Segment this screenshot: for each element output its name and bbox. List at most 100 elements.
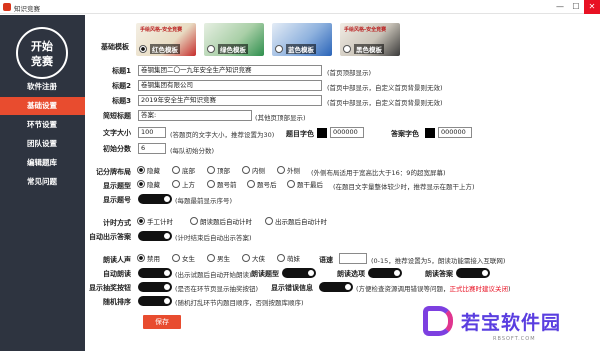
text-size-input[interactable]: 100 (138, 127, 166, 138)
scoreboard-label: 记分牌布局 (96, 168, 131, 176)
read-type-toggle[interactable] (282, 268, 316, 278)
scoreboard-option-top[interactable]: 顶部 (207, 166, 230, 176)
radio-icon (277, 254, 285, 262)
timing-option-after-show[interactable]: 出示题后自动计时 (265, 217, 327, 227)
question-type-option-before-number[interactable]: 题号前 (207, 180, 237, 190)
question-type-option-after-number[interactable]: 题号后 (247, 180, 277, 190)
title1-input[interactable]: 卷钢集团二〇一九年安全生产知识竞赛 (138, 65, 322, 76)
title3-input[interactable]: 2019年安全生产知识竞赛 (138, 95, 322, 106)
template-blue[interactable]: 蓝色模板 (272, 23, 332, 56)
question-type-option-stem-end[interactable]: 题干最后 (287, 180, 323, 190)
template-red[interactable]: 手绘风格-安全竞赛 红色模板 (136, 23, 196, 56)
template-red-radio[interactable] (139, 45, 147, 53)
scoreboard-option-outer[interactable]: 外侧 (277, 166, 300, 176)
question-type-label: 显示题型 (103, 182, 131, 190)
title2-hint: (首页中部显示，自定义首页背景则无效) (327, 84, 443, 92)
read-answer-toggle[interactable] (456, 268, 490, 278)
scoreboard-option-hidden[interactable]: 隐藏 (137, 166, 160, 176)
question-type-option-hidden[interactable]: 隐藏 (137, 180, 160, 190)
template-black-label: 黑色模板 (354, 44, 384, 54)
save-button[interactable]: 保存 (143, 315, 181, 329)
read-type-label: 朗读题型 (251, 270, 279, 278)
app-icon (3, 3, 11, 11)
voice-option-cute[interactable]: 萌妹 (277, 254, 300, 264)
title-color-label: 题目字色 (286, 130, 314, 138)
minimize-icon[interactable]: — (552, 0, 568, 14)
watermark-text: 若宝软件园 (461, 312, 562, 334)
question-number-label: 显示题号 (103, 196, 131, 204)
timing-option-after-read[interactable]: 朗读题后自动计时 (190, 217, 252, 227)
radio-icon (277, 166, 285, 174)
radio-icon (137, 254, 145, 262)
voice-option-male[interactable]: 男生 (207, 254, 230, 264)
sidebar-item-round-settings[interactable]: 环节设置 (0, 116, 85, 134)
question-number-toggle[interactable] (138, 194, 172, 204)
logo-line2: 竞赛 (31, 55, 53, 68)
title1-label: 标题1 (112, 67, 131, 75)
template-green-radio[interactable] (207, 45, 215, 53)
template-label: 基础模板 (101, 43, 129, 51)
lottery-button-toggle[interactable] (138, 282, 172, 292)
random-order-toggle[interactable] (138, 296, 172, 306)
error-info-label: 显示错误信息 (271, 284, 313, 292)
random-order-label: 随机排序 (103, 298, 131, 306)
question-type-option-above[interactable]: 上方 (172, 180, 195, 190)
auto-read-toggle[interactable] (138, 268, 172, 278)
speed-input[interactable] (339, 253, 367, 264)
sidebar-item-team-settings[interactable]: 团队设置 (0, 135, 85, 153)
text-size-label: 文字大小 (103, 129, 131, 137)
sidebar: 开始 竞赛 软件注册 基础设置 环节设置 团队设置 编辑题库 常见问题 (0, 15, 85, 351)
answer-color-swatch[interactable] (425, 128, 435, 138)
speed-label: 语速 (319, 256, 333, 264)
template-black[interactable]: 手绘风格-安全竞赛 黑色模板 (340, 23, 400, 56)
sidebar-item-basic-settings[interactable]: 基础设置 (0, 97, 85, 115)
read-options-toggle[interactable] (368, 268, 402, 278)
initial-score-input[interactable]: 6 (138, 143, 166, 154)
template-thumb-title: 手绘风格-安全竞赛 (344, 27, 387, 33)
template-blue-radio[interactable] (275, 45, 283, 53)
radio-icon (287, 180, 295, 188)
radio-icon (172, 254, 180, 262)
template-green-label: 绿色模板 (218, 44, 248, 54)
lottery-button-label: 显示抽奖按钮 (89, 284, 131, 292)
timing-label: 计时方式 (103, 219, 131, 227)
scoreboard-option-inner[interactable]: 内侧 (242, 166, 265, 176)
close-icon[interactable]: ✕ (584, 0, 600, 14)
radio-icon (207, 166, 215, 174)
sidebar-item-register[interactable]: 软件注册 (0, 78, 85, 96)
text-size-hint: (答题页的文字大小，推荐设置为30) (170, 131, 275, 139)
title-color-input[interactable]: 000000 (330, 127, 364, 138)
watermark-r-icon (423, 306, 453, 336)
sidebar-item-question-bank[interactable]: 编辑题库 (0, 154, 85, 172)
maximize-icon[interactable]: ☐ (568, 0, 584, 14)
radio-icon (247, 180, 255, 188)
title1-hint: (首页顶部显示) (327, 69, 372, 77)
answer-color-input[interactable]: 000000 (438, 127, 472, 138)
short-title-label: 简短标题 (103, 112, 131, 120)
sidebar-item-faq[interactable]: 常见问题 (0, 173, 85, 191)
template-blue-label: 蓝色模板 (286, 44, 316, 54)
read-answer-label: 朗读答案 (425, 270, 453, 278)
template-green[interactable]: 绿色模板 (204, 23, 264, 56)
auto-answer-label: 自动出示答案 (89, 233, 131, 241)
voice-option-female[interactable]: 女生 (172, 254, 195, 264)
window-title: 知识竞赛 (14, 5, 40, 13)
voice-option-disabled[interactable]: 禁用 (137, 254, 160, 264)
error-info-toggle[interactable] (319, 282, 353, 292)
answer-color-label: 答案字色 (391, 130, 419, 138)
logo-line1: 开始 (31, 40, 53, 53)
speed-hint: (0-15，推荐设置为5，朗读功能需接入互联网) (371, 257, 506, 265)
auto-answer-toggle[interactable] (138, 231, 172, 241)
template-black-radio[interactable] (343, 45, 351, 53)
voice-option-hero[interactable]: 大侠 (242, 254, 265, 264)
scoreboard-option-bottom[interactable]: 底部 (172, 166, 195, 176)
start-contest-logo[interactable]: 开始 竞赛 (16, 27, 68, 79)
title2-input[interactable]: 卷钢集团有限公司 (138, 80, 322, 91)
radio-icon (242, 166, 250, 174)
settings-panel: 基础模板 手绘风格-安全竞赛 红色模板 绿色模板 蓝色模板 手绘风格-安全竞赛 … (85, 15, 600, 351)
timing-option-manual[interactable]: 手工计时 (137, 217, 173, 227)
title-color-swatch[interactable] (317, 128, 327, 138)
short-title-input[interactable]: 答案: (138, 110, 252, 121)
window-titlebar: 知识竞赛 — ☐ ✕ (0, 0, 600, 14)
radio-icon (190, 217, 198, 225)
